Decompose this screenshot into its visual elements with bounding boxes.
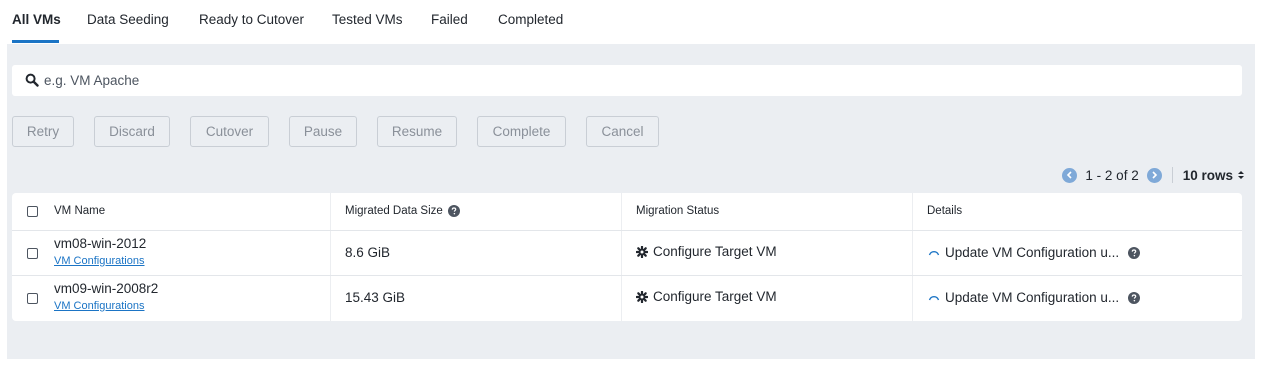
tab-all-vms[interactable]: All VMs [12,12,61,27]
migrated-size: 8.6 GiB [345,245,391,260]
header-migrated-size-label: Migrated Data Size [345,205,443,217]
spinner-icon [928,295,940,300]
spinner-icon [928,250,940,255]
tab-tested-vms[interactable]: Tested VMs [332,12,403,27]
tab-completed[interactable]: Completed [498,12,563,27]
rows-per-page-select[interactable]: 10 rows [1183,168,1244,183]
prev-page-icon[interactable] [1062,167,1078,183]
help-icon[interactable] [447,205,460,217]
table-row[interactable]: vm09-win-2008r2 VM Configurations 15.43 … [12,276,1242,320]
rows-per-page-label: 10 rows [1182,167,1233,183]
cutover-button[interactable]: Cutover [190,116,269,147]
complete-button[interactable]: Complete [477,116,566,147]
migration-status-label: Configure Target VM [653,244,777,259]
details-label: Update VM Configuration u... [945,290,1120,305]
select-all-checkbox[interactable] [27,206,38,217]
search-bar [12,65,1242,96]
search-icon [25,73,39,87]
retry-button[interactable]: Retry [12,116,74,147]
pagination-divider [1171,167,1173,183]
tab-bar: All VMs Data Seeding Ready to Cutover Te… [0,0,1268,44]
cancel-button[interactable]: Cancel [586,116,659,147]
search-input[interactable] [44,70,1194,91]
help-icon[interactable] [1128,246,1141,259]
gear-icon [636,290,648,303]
tab-data-seeding[interactable]: Data Seeding [87,12,169,27]
resume-button[interactable]: Resume [377,116,457,147]
details: Update VM Configuration u... [928,290,1141,305]
details-label: Update VM Configuration u... [945,245,1120,260]
header-details[interactable]: Details [927,205,962,217]
details: Update VM Configuration u... [928,245,1141,260]
vm-configurations-link[interactable]: VM Configurations [54,255,145,267]
pagination: 1 - 2 of 2 10 rows [1062,166,1244,184]
tab-failed[interactable]: Failed [431,12,468,27]
header-migration-status[interactable]: Migration Status [636,205,719,217]
tab-ready-to-cutover[interactable]: Ready to Cutover [199,12,304,27]
table-row[interactable]: vm08-win-2012 VM Configurations 8.6 GiB … [12,231,1242,275]
vm-configurations-link[interactable]: VM Configurations [54,300,145,312]
discard-button[interactable]: Discard [94,116,170,147]
vm-name: vm09-win-2008r2 [54,281,159,296]
header-vm-name[interactable]: VM Name [54,205,105,217]
vm-name: vm08-win-2012 [54,236,147,251]
row-checkbox[interactable] [27,248,38,259]
pagination-range: 1 - 2 of 2 [1085,167,1139,183]
migration-status: Configure Target VM [636,244,777,259]
sort-caret-icon [1238,171,1244,179]
migration-status: Configure Target VM [636,289,777,304]
active-tab-indicator [12,40,59,43]
pause-button[interactable]: Pause [289,116,357,147]
migration-status-label: Configure Target VM [653,289,777,304]
help-icon[interactable] [1128,291,1141,304]
header-migrated-size[interactable]: Migrated Data Size [345,205,460,217]
gear-icon [636,245,648,258]
next-page-icon[interactable] [1146,167,1162,183]
vm-table: VM Name Migrated Data Size Migration Sta… [12,193,1242,321]
migrated-size: 15.43 GiB [345,290,406,305]
row-checkbox[interactable] [27,293,38,304]
